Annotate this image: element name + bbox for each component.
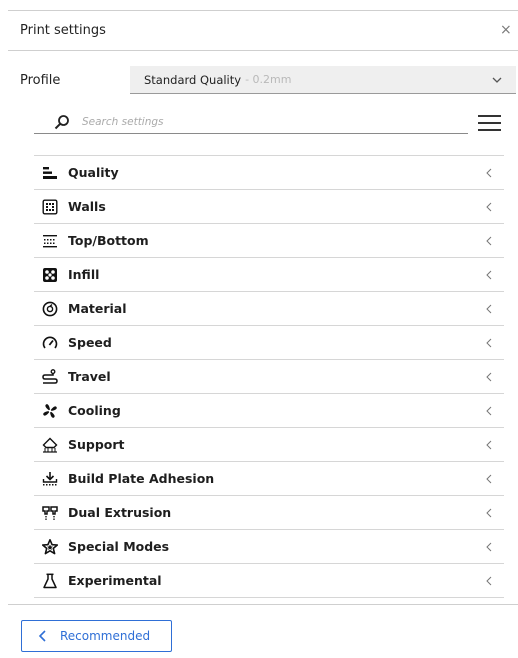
profile-row: Profile Standard Quality - 0.2mm xyxy=(20,66,518,94)
category-label: Infill xyxy=(68,267,100,282)
category-dual-extrusion[interactable]: Dual Extrusion xyxy=(34,496,504,530)
category-label: Dual Extrusion xyxy=(68,505,172,520)
category-label: Material xyxy=(68,301,127,316)
category-label: Walls xyxy=(68,199,106,214)
category-travel[interactable]: Travel xyxy=(34,360,504,394)
search-icon xyxy=(54,114,69,129)
material-icon xyxy=(42,301,58,317)
chevron-left-icon xyxy=(486,202,492,212)
chevron-left-icon xyxy=(486,508,492,518)
category-support[interactable]: Support xyxy=(34,428,504,462)
search-input[interactable]: Search settings xyxy=(34,110,468,134)
category-label: Speed xyxy=(68,335,112,350)
category-label: Cooling xyxy=(68,403,121,418)
top-bottom-icon xyxy=(42,233,58,249)
travel-icon xyxy=(42,368,58,385)
settings-category-list: Quality Walls Top/Bottom Infill Material xyxy=(34,155,504,598)
profile-layer-height: - 0.2mm xyxy=(245,73,292,86)
category-label: Top/Bottom xyxy=(68,233,149,248)
category-build-plate-adhesion[interactable]: Build Plate Adhesion xyxy=(34,462,504,496)
support-icon xyxy=(42,437,58,453)
quality-icon xyxy=(42,165,58,181)
chevron-left-icon xyxy=(486,440,492,450)
chevron-left-icon xyxy=(486,372,492,382)
category-speed[interactable]: Speed xyxy=(34,326,504,360)
close-icon[interactable]: × xyxy=(500,23,514,37)
chevron-left-icon xyxy=(486,474,492,484)
infill-icon xyxy=(42,267,58,283)
bottom-divider xyxy=(8,604,518,605)
category-quality[interactable]: Quality xyxy=(34,156,504,190)
category-label: Build Plate Adhesion xyxy=(68,471,215,486)
chevron-down-icon xyxy=(492,77,502,83)
profile-dropdown[interactable]: Standard Quality - 0.2mm xyxy=(130,66,516,94)
category-special-modes[interactable]: Special Modes xyxy=(34,530,504,564)
panel-title: Print settings xyxy=(20,23,106,38)
search-placeholder: Search settings xyxy=(82,115,164,128)
chevron-left-icon xyxy=(486,270,492,280)
category-label: Support xyxy=(68,437,125,452)
hamburger-menu-icon[interactable] xyxy=(478,112,502,134)
chevron-left-icon xyxy=(486,338,492,348)
chevron-left-icon xyxy=(486,406,492,416)
panel-header: Print settings × xyxy=(8,11,518,51)
special-modes-icon xyxy=(42,538,58,555)
category-infill[interactable]: Infill xyxy=(34,258,504,292)
chevron-left-icon xyxy=(486,542,492,552)
category-cooling[interactable]: Cooling xyxy=(34,394,504,428)
category-label: Special Modes xyxy=(68,539,170,554)
category-walls[interactable]: Walls xyxy=(34,190,504,224)
category-label: Travel xyxy=(68,369,111,384)
build-plate-adhesion-icon xyxy=(42,471,58,487)
recommended-label: Recommended xyxy=(60,629,151,643)
chevron-left-icon xyxy=(486,168,492,178)
profile-label: Profile xyxy=(20,72,61,88)
category-label: Quality xyxy=(68,165,119,180)
recommended-button[interactable]: Recommended xyxy=(21,620,172,652)
profile-name: Standard Quality xyxy=(144,72,242,87)
category-top-bottom[interactable]: Top/Bottom xyxy=(34,224,504,258)
category-label: Experimental xyxy=(68,573,162,588)
category-experimental[interactable]: Experimental xyxy=(34,564,504,598)
walls-icon xyxy=(42,199,58,215)
speed-icon xyxy=(42,335,58,351)
experimental-icon xyxy=(42,573,58,589)
category-material[interactable]: Material xyxy=(34,292,504,326)
chevron-left-icon xyxy=(486,576,492,586)
chevron-left-icon xyxy=(38,630,46,642)
dual-extrusion-icon xyxy=(42,505,58,521)
cooling-icon xyxy=(42,403,58,419)
chevron-left-icon xyxy=(486,236,492,246)
chevron-left-icon xyxy=(486,304,492,314)
